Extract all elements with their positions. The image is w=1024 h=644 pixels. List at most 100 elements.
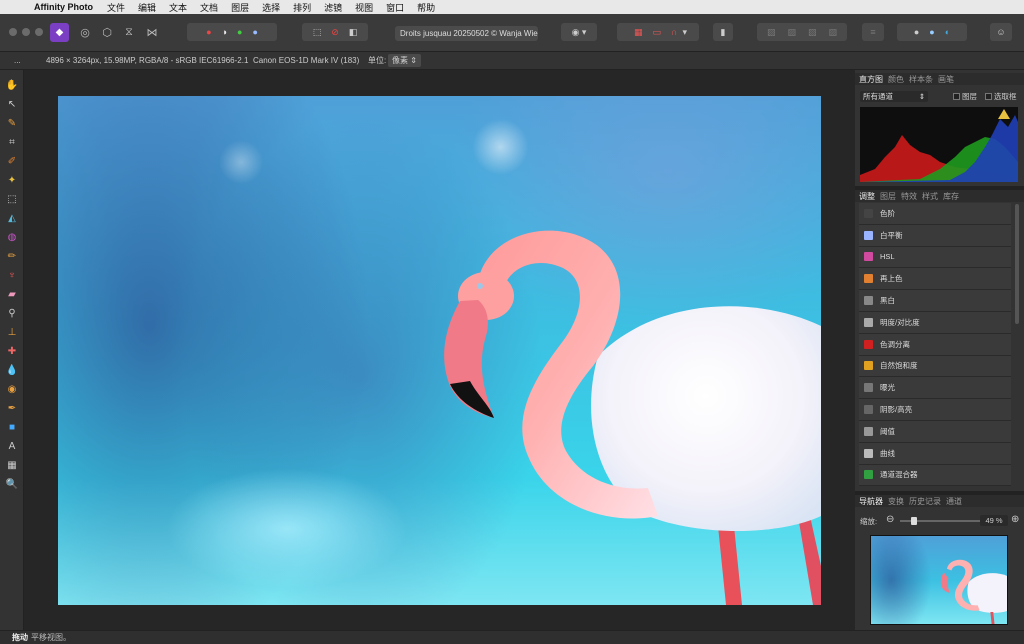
menu-select[interactable]: 选择 xyxy=(262,1,280,14)
tab-history[interactable]: 历史记录 xyxy=(909,496,941,507)
zoom-tool-icon[interactable]: 🔍 xyxy=(5,477,19,491)
window-close-button[interactable] xyxy=(9,28,17,36)
adjustment-item[interactable]: 色阶 xyxy=(859,203,1011,225)
channel-select[interactable]: 所有通道 ⇕ xyxy=(860,91,928,102)
view-tool-icon[interactable]: ✋ xyxy=(5,78,19,92)
adjustment-item[interactable]: 曲线 xyxy=(859,442,1011,465)
intersect-icon[interactable]: ◐ xyxy=(945,27,950,37)
menu-help[interactable]: 帮助 xyxy=(417,1,435,14)
crop-tool-icon[interactable]: ⌗ xyxy=(5,135,19,149)
flood-fill-icon[interactable]: ◭ xyxy=(5,211,19,225)
tab-styles[interactable]: 样式 xyxy=(922,191,938,202)
tab-brushes[interactable]: 画笔 xyxy=(938,74,954,85)
develop-persona-icon[interactable]: ⬡ xyxy=(100,25,114,39)
auto-levels-icon[interactable]: ● xyxy=(206,27,211,37)
document-photo[interactable] xyxy=(58,96,821,605)
adjustment-item[interactable]: 再上色 xyxy=(859,268,1011,291)
assistant-icon[interactable]: ▭ xyxy=(653,27,662,38)
context-more-button[interactable]: ... xyxy=(14,56,21,65)
adjustment-item[interactable]: 曝光 xyxy=(859,377,1011,400)
add-icon[interactable]: ● xyxy=(914,27,919,37)
tab-stock[interactable]: 库存 xyxy=(943,191,959,202)
erase-brush-icon[interactable]: ▰ xyxy=(5,287,19,301)
paint-brush-icon[interactable]: ✏ xyxy=(5,249,19,263)
selection-brush-icon[interactable]: ✐ xyxy=(5,154,19,168)
move-tool-icon[interactable]: ↖ xyxy=(5,97,19,111)
text-tool-icon[interactable]: A xyxy=(5,439,19,453)
auto-white-balance-icon[interactable]: ● xyxy=(252,27,257,37)
zoom-value-field[interactable]: 49 % xyxy=(980,515,1008,526)
tab-navigator[interactable]: 导航器 xyxy=(859,496,883,507)
zoom-in-icon[interactable]: ⊕ xyxy=(1011,514,1019,525)
adjustment-item[interactable]: 黑白 xyxy=(859,290,1011,312)
window-zoom-button[interactable] xyxy=(35,28,43,36)
menu-arrange[interactable]: 排列 xyxy=(293,1,311,14)
subtract-icon[interactable]: ● xyxy=(929,27,934,37)
mesh-warp-icon[interactable]: ▦ xyxy=(5,458,19,472)
tab-effects[interactable]: 特效 xyxy=(901,191,917,202)
select-all-icon[interactable]: ⬚ xyxy=(313,27,322,38)
tab-layers[interactable]: 图层 xyxy=(880,191,896,202)
adjustment-item[interactable]: 阈值 xyxy=(859,420,1011,443)
move-back-icon[interactable]: ▨ xyxy=(767,27,776,38)
layer-checkbox[interactable]: 图层 xyxy=(953,91,977,102)
zoom-out-icon[interactable]: ⊖ xyxy=(886,514,894,525)
move-front-icon[interactable]: ▨ xyxy=(808,27,817,38)
units-select[interactable]: 像素 ⇕ xyxy=(388,54,421,67)
document-title[interactable]: Droits jusquau 20250502 © Wanja Wiese xyxy=(395,26,538,41)
gradient-tool-icon[interactable]: ◍ xyxy=(5,230,19,244)
app-menu[interactable]: Affinity Photo xyxy=(34,2,93,12)
adjustment-item[interactable]: 通道混合器 xyxy=(859,464,1011,487)
tab-histogram[interactable]: 直方图 xyxy=(859,74,883,85)
menu-window[interactable]: 窗口 xyxy=(386,1,404,14)
adjustment-item[interactable]: 白平衡 xyxy=(859,224,1011,247)
invert-selection-icon[interactable]: ◧ xyxy=(349,27,358,38)
pen-tool-icon[interactable]: ✒ xyxy=(5,401,19,415)
menu-edit[interactable]: 编辑 xyxy=(138,1,156,14)
move-forward-icon[interactable]: ▨ xyxy=(787,27,796,38)
tab-channels[interactable]: 通道 xyxy=(946,496,962,507)
tab-adjustments[interactable]: 调整 xyxy=(859,191,875,202)
clone-brush-icon[interactable]: ⊥ xyxy=(5,325,19,339)
quick-mask-button[interactable]: ◉ ▾ xyxy=(561,23,597,41)
canvas-area[interactable] xyxy=(24,70,855,630)
auto-colors-icon[interactable]: ● xyxy=(237,27,242,37)
adjustment-item[interactable]: 色调分离 xyxy=(859,333,1011,356)
menu-view[interactable]: 视图 xyxy=(355,1,373,14)
adjustment-item[interactable]: HSL xyxy=(859,246,1011,269)
deselect-icon[interactable]: ⊘ xyxy=(331,27,339,38)
blur-brush-icon[interactable]: 💧 xyxy=(5,363,19,377)
menu-document[interactable]: 文档 xyxy=(200,1,218,14)
adjustment-item[interactable]: 阴影/高亮 xyxy=(859,399,1011,421)
color-picker-icon[interactable]: ✎ xyxy=(5,116,19,130)
marquee-checkbox[interactable]: 选取框 xyxy=(985,91,1017,102)
menu-file[interactable]: 文件 xyxy=(107,1,125,14)
export-persona-icon[interactable]: ⋈ xyxy=(145,25,159,39)
red-eye-icon[interactable]: ◉ xyxy=(5,382,19,396)
brush-mode-button[interactable]: ▮ xyxy=(713,23,733,41)
dodge-brush-icon[interactable]: ⚲ xyxy=(5,306,19,320)
liquify-persona-icon[interactable]: ◎ xyxy=(78,25,92,39)
account-icon[interactable]: ☺ xyxy=(990,23,1012,41)
move-top-icon[interactable]: ▨ xyxy=(829,27,838,38)
grid-icon[interactable]: ▦ xyxy=(634,27,643,38)
menu-layer[interactable]: 图层 xyxy=(231,1,249,14)
photo-persona-icon[interactable]: ◆ xyxy=(50,23,69,42)
shape-tool-icon[interactable]: ■ xyxy=(5,420,19,434)
flood-select-icon[interactable]: ✦ xyxy=(5,173,19,187)
healing-brush-icon[interactable]: ✚ xyxy=(5,344,19,358)
tab-transform[interactable]: 变换 xyxy=(888,496,904,507)
adjustment-item[interactable]: 明度/对比度 xyxy=(859,311,1011,334)
auto-contrast-icon[interactable]: ◑ xyxy=(222,27,227,37)
tab-swatches[interactable]: 样本条 xyxy=(909,74,933,85)
adjustment-scrollbar[interactable] xyxy=(1015,204,1019,324)
color-replacement-icon[interactable]: ♆ xyxy=(5,268,19,282)
align-button[interactable]: ≡ xyxy=(862,23,884,41)
menu-text[interactable]: 文本 xyxy=(169,1,187,14)
snapping-dropdown-icon[interactable]: ▾ xyxy=(682,27,687,38)
marquee-tool-icon[interactable]: ⬚ xyxy=(5,192,19,206)
navigator-preview[interactable] xyxy=(870,535,1008,625)
tab-color[interactable]: 颜色 xyxy=(888,74,904,85)
snapping-icon[interactable]: ∩ xyxy=(671,27,677,37)
tone-mapping-persona-icon[interactable]: ⧖ xyxy=(122,25,136,39)
